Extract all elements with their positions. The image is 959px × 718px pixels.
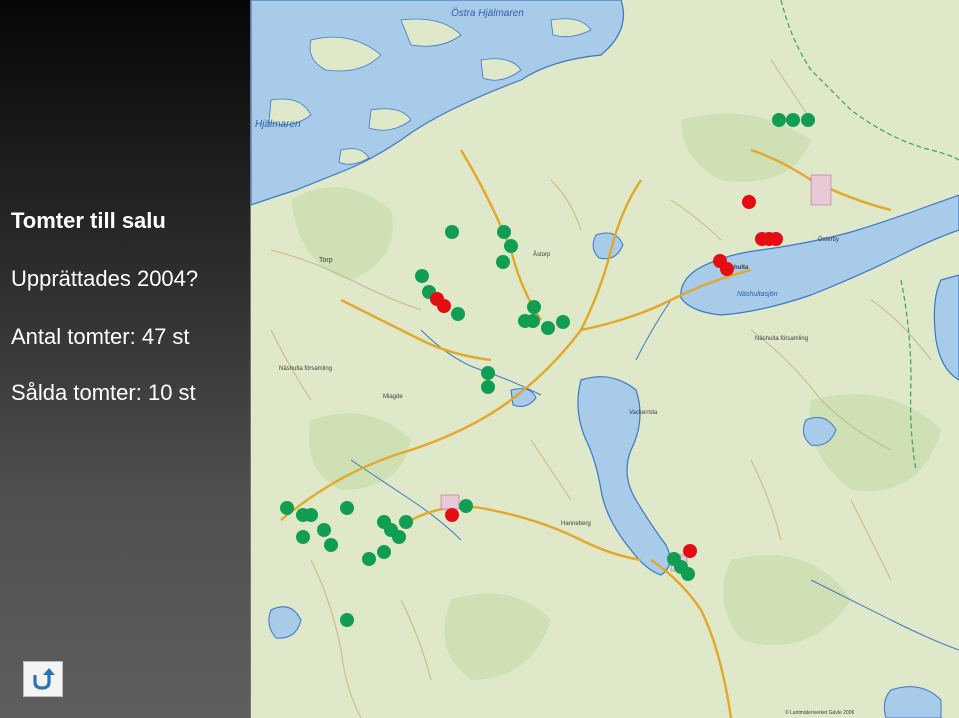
slide: Tomter till salu Upprättades 2004? Antal… [0, 0, 959, 718]
label-osterby: Österby [818, 236, 839, 243]
plot-marker-forsale[interactable] [801, 113, 815, 127]
plot-marker-forsale[interactable] [481, 366, 495, 380]
established-text: Upprättades 2004? [11, 266, 199, 291]
plot-marker-sold[interactable] [683, 544, 697, 558]
plot-marker-forsale[interactable] [296, 530, 310, 544]
label-nashulta-forsamling-east: Näshulta församling [755, 336, 808, 342]
return-arrow-icon [33, 668, 55, 690]
plot-marker-forsale[interactable] [504, 239, 518, 253]
back-button[interactable] [23, 661, 63, 697]
plot-marker-forsale[interactable] [527, 300, 541, 314]
plot-marker-forsale[interactable] [362, 552, 376, 566]
plot-marker-forsale[interactable] [445, 225, 459, 239]
plot-marker-forsale[interactable] [392, 530, 406, 544]
label-ostra-hjalmaren: Östra Hjälmaren [451, 7, 524, 19]
label-astorp: Åstorp [533, 251, 551, 258]
label-nashulta-forsamling-west: Näshulta församling [279, 366, 332, 372]
plot-marker-sold[interactable] [437, 299, 451, 313]
plot-marker-forsale[interactable] [496, 255, 510, 269]
sold-plots-text: Sålda tomter: 10 st [11, 380, 196, 405]
label-nashultasjon: Näshultasjön [737, 291, 778, 298]
label-miagde: Miagde [383, 394, 403, 400]
map-view[interactable]: Östra Hjälmaren Hjälmaren Näshulta Näshu… [251, 0, 959, 718]
plot-marker-sold[interactable] [769, 232, 783, 246]
plot-marker-forsale[interactable] [280, 501, 294, 515]
plot-marker-forsale[interactable] [451, 307, 465, 321]
plot-marker-forsale[interactable] [772, 113, 786, 127]
label-vackerrida: Vackerrida [629, 410, 658, 416]
plot-marker-forsale[interactable] [377, 545, 391, 559]
label-torp: Torp [319, 257, 333, 264]
plot-marker-forsale[interactable] [681, 567, 695, 581]
plot-marker-sold[interactable] [742, 195, 756, 209]
plot-marker-forsale[interactable] [481, 380, 495, 394]
plot-marker-sold[interactable] [720, 262, 734, 276]
label-hanneberg: Hanneberg [561, 521, 591, 527]
plot-marker-forsale[interactable] [324, 538, 338, 552]
label-hjalmaren: Hjälmaren [255, 119, 301, 130]
map-canvas: Östra Hjälmaren Hjälmaren Näshulta Näshu… [251, 0, 959, 718]
plot-marker-forsale[interactable] [497, 225, 511, 239]
plot-marker-sold[interactable] [445, 508, 459, 522]
plot-marker-forsale[interactable] [340, 501, 354, 515]
plot-marker-forsale[interactable] [786, 113, 800, 127]
plot-marker-forsale[interactable] [415, 269, 429, 283]
plot-marker-forsale[interactable] [459, 499, 473, 513]
panel-title: Tomter till salu [11, 208, 166, 233]
plot-marker-forsale[interactable] [340, 613, 354, 627]
label-credit: © Lantmäteriverket Gävle 2006 [785, 709, 854, 716]
plot-marker-forsale[interactable] [526, 314, 540, 328]
total-plots-text: Antal tomter: 47 st [11, 324, 190, 349]
plot-marker-forsale[interactable] [304, 508, 318, 522]
plot-marker-forsale[interactable] [399, 515, 413, 529]
plot-marker-forsale[interactable] [556, 315, 570, 329]
plot-marker-forsale[interactable] [317, 523, 331, 537]
info-panel: Tomter till salu Upprättades 2004? Antal… [0, 0, 251, 718]
plot-marker-forsale[interactable] [541, 321, 555, 335]
